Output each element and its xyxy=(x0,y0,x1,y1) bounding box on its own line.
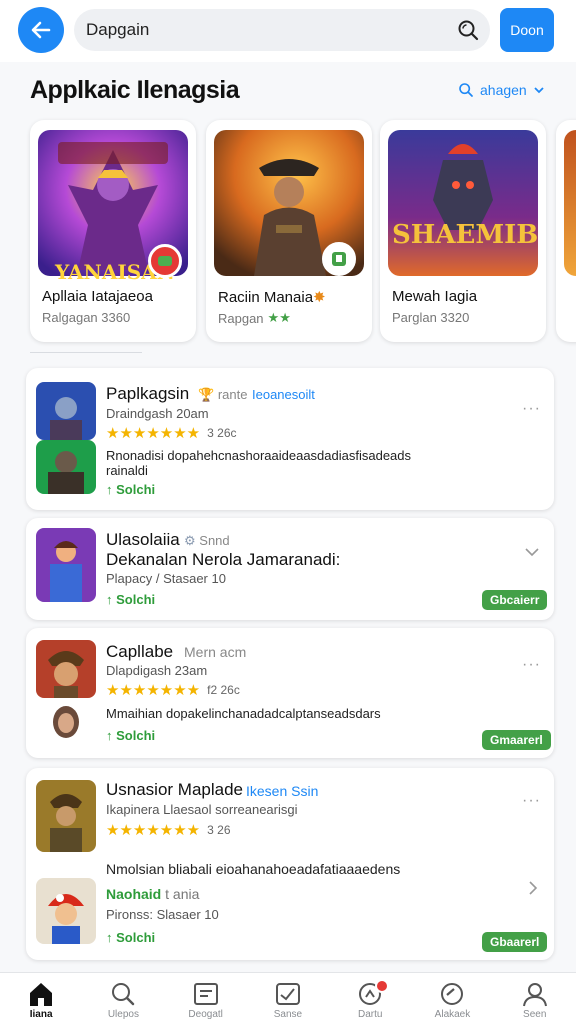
app-meta: Dlapdigash 23am xyxy=(106,663,208,678)
chevron-right-icon[interactable] xyxy=(528,880,538,896)
nav-profile[interactable]: Seen xyxy=(494,973,576,1024)
app-list-card[interactable]: Ulasolaiia ⚙ Snnd Dekanalan Nerola Jamar… xyxy=(26,518,554,620)
game-artwork xyxy=(564,130,576,276)
app-thumbnail xyxy=(36,440,96,494)
top-bar: Doon xyxy=(0,0,576,62)
search-icon[interactable] xyxy=(456,18,480,42)
rating-stars: ★★★★★★★ f2 26c xyxy=(106,682,240,699)
featured-card[interactable]: Raciin Manaia✸ Rapgan ★★ xyxy=(206,120,372,342)
nav-updates[interactable]: Alakaek xyxy=(411,973,493,1024)
chevron-down-icon[interactable] xyxy=(524,546,540,558)
rating-stars: ★★★★★★★ 3 26 xyxy=(106,822,231,839)
nav-notifications[interactable]: Dartu xyxy=(329,973,411,1024)
app-description: Mmaihian dopakelinchanadadcalptanseadsda… xyxy=(106,706,381,721)
gear-icon: ⚙ xyxy=(184,533,196,548)
nav-home[interactable]: Iiana xyxy=(0,973,82,1024)
game-artwork xyxy=(388,130,538,276)
rating-stars: ★★★★★★★ 3 26c xyxy=(106,425,237,442)
app-meta: Plapacy / Stasaer 10 xyxy=(106,571,226,586)
app-developer: ⚙ Snnd xyxy=(184,533,230,548)
featured-subtitle: Rapgan ★★ xyxy=(218,310,291,326)
app-thumbnail xyxy=(36,780,96,852)
app-title: Capllabe xyxy=(106,642,174,661)
featured-card-partial[interactable] xyxy=(556,120,576,342)
app-status: ↑ Solchi xyxy=(106,482,156,497)
download-badge-icon xyxy=(322,242,356,276)
install-button[interactable]: Gbaarerl xyxy=(482,932,548,952)
featured-title: Mewah Iagia xyxy=(392,288,478,305)
divider xyxy=(30,352,142,353)
search-input[interactable] xyxy=(86,20,446,40)
app-status: ↑ Solchi xyxy=(106,592,156,607)
home-icon xyxy=(30,983,53,1006)
featured-carousel[interactable]: YANAISAN Apllaia Iatajaeoa Ralgagan 3360 xyxy=(0,120,576,345)
app-title: Usnasior Maplade xyxy=(106,780,244,799)
search-icon xyxy=(112,983,135,1006)
app-description: Rnonadisi dopahehcnashoraaideaasdadiasfi… xyxy=(106,448,412,463)
search-bar[interactable] xyxy=(74,9,490,51)
app-subtitle: Dekanalan Nerola Jamaranadi: xyxy=(106,550,341,569)
nav-search[interactable]: Ulepos xyxy=(82,973,164,1024)
nav-activity[interactable]: Sanse xyxy=(247,973,329,1024)
app-developer: Ikesen Ssin xyxy=(246,783,319,799)
app-thumbnail xyxy=(36,528,96,602)
more-options-icon[interactable]: ··· xyxy=(522,792,541,810)
clock-icon xyxy=(441,983,464,1005)
featured-subtitle: Ralgagan 3360 xyxy=(42,310,131,325)
section-title: Applkaic Ilenagsia xyxy=(30,76,240,104)
app-title: Paplkagsin xyxy=(106,384,190,403)
app-thumbnail xyxy=(36,878,96,944)
app-description: Nmolsian bliabali eioahanahoeadafatiaaae… xyxy=(106,861,401,877)
more-options-icon[interactable]: ··· xyxy=(522,400,541,418)
app-list-card[interactable]: Usnasior Maplade Ikesen Ssin Ikapinera L… xyxy=(26,768,554,960)
app-developer: Mern acm xyxy=(184,644,247,660)
app-list-card[interactable]: Capllabe Mern acm Dlapdigash 23am ★★★★★★… xyxy=(26,628,554,758)
featured-title: Apllaia Iatajaeoa xyxy=(42,288,153,305)
app-description-extra: rainaldi xyxy=(106,463,148,478)
featured-card[interactable]: SHAEMIB Mewah Iagia Parglan 3320 xyxy=(380,120,546,342)
badge-icon: 🏆 xyxy=(198,387,215,402)
more-options-icon[interactable]: ··· xyxy=(522,656,541,674)
install-button[interactable]: Gmaarerl xyxy=(482,730,551,750)
app-meta: Pironss: Slasaer 10 xyxy=(106,907,219,922)
app-status: ↑ Solchi xyxy=(106,930,156,945)
user-icon xyxy=(522,983,547,1007)
arrow-left-icon xyxy=(31,21,51,39)
back-button[interactable] xyxy=(18,7,64,53)
app-thumbnail xyxy=(36,640,96,698)
app-list-card[interactable]: Paplkagsin 🏆 rante Ieoanesoilt Draindgas… xyxy=(26,368,554,510)
section-filter-label: ahagen xyxy=(480,82,527,98)
featured-title: Raciin Manaia✸ xyxy=(218,289,326,306)
section-filter-button[interactable]: ahagen xyxy=(458,82,545,98)
bottom-nav: Iiana Ulepos Deogatl Sanse Dartu Alakaek… xyxy=(0,972,576,1024)
chevron-down-icon xyxy=(534,87,544,94)
app-subtitle: Naohaid t ania xyxy=(106,886,200,902)
done-button[interactable]: Doon xyxy=(500,8,554,52)
app-developer: 🏆 rante xyxy=(198,387,248,402)
game-art-title: SHAEMIB xyxy=(392,220,539,250)
featured-subtitle: Parglan 3320 xyxy=(392,310,470,325)
app-meta: Draindgash 20am xyxy=(106,406,209,421)
activity-icon xyxy=(275,983,300,1005)
avatar xyxy=(50,704,82,740)
nav-documents[interactable]: Deogatl xyxy=(165,973,247,1024)
install-button[interactable]: Gbcaierr xyxy=(482,590,548,610)
app-title: Ulasolaiia xyxy=(106,530,180,549)
app-status: ↑ Solchi xyxy=(106,728,156,743)
featured-card[interactable]: YANAISAN Apllaia Iatajaeoa Ralgagan 3360 xyxy=(30,120,196,342)
app-publisher: Ieoanesoilt xyxy=(252,387,315,402)
play-badge-icon xyxy=(148,244,182,278)
app-meta: Ikapinera Llaesaol sorreanearisgi xyxy=(106,802,298,817)
notification-badge xyxy=(375,979,390,993)
search-icon xyxy=(459,83,473,97)
rating-stars: ★★ xyxy=(267,310,291,325)
document-icon xyxy=(193,983,218,1005)
app-thumbnail xyxy=(36,382,96,440)
